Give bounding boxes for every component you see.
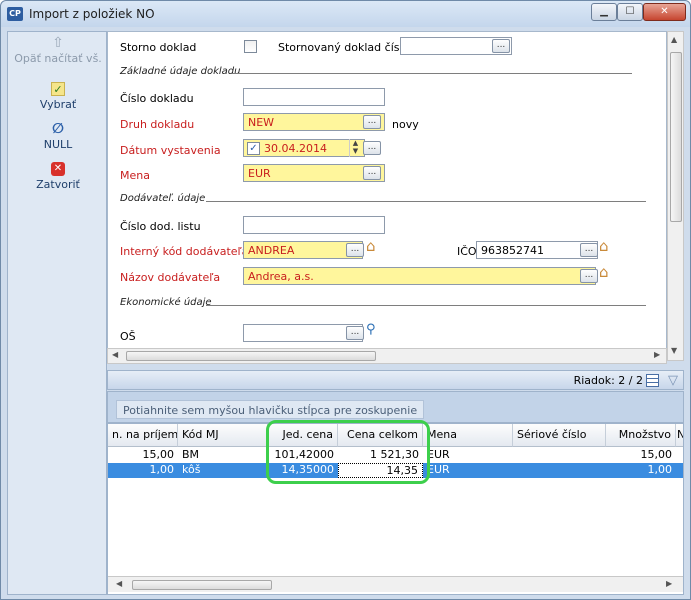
home-icon[interactable]: ⌂ [366, 237, 376, 255]
app-icon: CP [7, 7, 23, 21]
supplier-name-field[interactable]: Andrea, a.s. [243, 267, 596, 285]
home-icon[interactable]: ⌂ [599, 237, 609, 255]
column-header[interactable]: Kód MJ [178, 424, 268, 447]
doc-type-description: novy [392, 118, 419, 131]
grid-horizontal-scrollbar[interactable]: ◀ ▶ [108, 576, 683, 592]
issue-date-lookup-button[interactable]: ... [363, 141, 381, 155]
delivery-note-field[interactable] [243, 216, 385, 234]
issue-date-label: Dátum vystavenia [120, 144, 221, 157]
import-window: CP Import z položiek NO ▁ ☐ ✕ ⇧ Opäť nač… [0, 0, 691, 600]
home-icon[interactable]: ⌂ [599, 263, 609, 281]
section-divider [206, 201, 646, 202]
delivery-note-label: Číslo dod. listu [120, 220, 201, 233]
highlight-annotation [266, 420, 430, 484]
document-form: Storno doklad Stornovaný doklad číslo ..… [107, 31, 667, 361]
minimize-button[interactable]: ▁ [591, 3, 617, 21]
storno-ref-label: Stornovaný doklad číslo [278, 41, 410, 54]
supplier-code-field[interactable]: ANDREA [243, 241, 363, 259]
section-divider [232, 73, 632, 74]
close-label: Zatvoriť [36, 178, 80, 191]
form-horizontal-scrollbar[interactable]: ◀ ▶ [107, 348, 667, 364]
doc-number-field[interactable] [243, 88, 385, 106]
reload-icon: ⇧ [52, 35, 64, 51]
supplier-code-lookup-button[interactable]: ... [346, 243, 364, 257]
cell-serial[interactable] [513, 463, 606, 478]
reload-all-button[interactable]: ⇧ Opäť načítať vš. [8, 36, 108, 65]
cell-currency[interactable]: EUR [423, 448, 513, 463]
title-bar: CP Import z položiek NO ▁ ☐ ✕ [1, 1, 690, 27]
form-vertical-scrollbar[interactable]: ▲ ▼ [667, 31, 684, 361]
scroll-left-icon[interactable]: ◀ [112, 350, 118, 359]
scroll-left-icon[interactable]: ◀ [116, 579, 122, 588]
column-header[interactable]: Sériové číslo [513, 424, 606, 447]
column-header[interactable]: n. na príjemku [108, 424, 178, 447]
doc-number-label: Číslo dokladu [120, 92, 194, 105]
storno-ref-lookup-button[interactable]: ... [492, 39, 510, 53]
row-indicator: Riadok: 2 / 2 [573, 374, 643, 387]
cell-unit[interactable]: BM [178, 448, 268, 463]
cost-center-field[interactable] [243, 324, 363, 342]
storno-checkbox[interactable] [244, 40, 257, 53]
cell-qty-in[interactable]: 1,00 [108, 463, 178, 478]
select-label: Vybrať [39, 98, 77, 111]
close-button[interactable]: ✕ Zatvoriť [8, 162, 108, 191]
null-label: NULL [43, 138, 73, 151]
cell-quantity[interactable]: 15,00 [606, 448, 676, 463]
supplier-name-lookup-button[interactable]: ... [580, 269, 598, 283]
ico-label: IČO [457, 245, 477, 258]
column-header[interactable]: Mena [423, 424, 513, 447]
cell-currency[interactable]: EUR [423, 463, 513, 478]
scroll-right-icon[interactable]: ▶ [654, 350, 660, 359]
action-sidebar: ⇧ Opäť načítať vš. ✓ Vybrať ∅ NULL ✕ Zat… [7, 31, 107, 595]
ico-lookup-button[interactable]: ... [580, 243, 598, 257]
scroll-down-icon[interactable]: ▼ [671, 346, 677, 355]
cell-unit[interactable]: kôš [178, 463, 268, 478]
supplier-name-label: Názov dodávateľa [120, 271, 221, 284]
scroll-thumb[interactable] [126, 351, 376, 361]
grid-status-bar: Riadok: 2 / 2 ▽ [107, 370, 684, 390]
cell-serial[interactable] [513, 448, 606, 463]
doc-type-lookup-button[interactable]: ... [363, 115, 381, 129]
issue-date-field[interactable]: 30.04.2014 [243, 139, 365, 157]
group-panel[interactable]: Potiahnite sem myšou hlavičku stĺpca pre… [107, 391, 684, 423]
maximize-button[interactable]: ☐ [617, 3, 643, 21]
cost-center-lookup-button[interactable]: ... [346, 326, 364, 340]
scroll-thumb[interactable] [670, 52, 682, 222]
storno-label: Storno doklad [120, 41, 197, 54]
issue-date-checkbox[interactable]: ✓ [247, 142, 260, 155]
doc-type-label: Druh dokladu [120, 118, 195, 131]
scroll-right-icon[interactable]: ▶ [666, 579, 672, 588]
section-econ-title: Ekonomické údaje [120, 297, 212, 308]
cell-quantity[interactable]: 1,00 [606, 463, 676, 478]
currency-lookup-button[interactable]: ... [363, 166, 381, 180]
check-icon: ✓ [51, 82, 65, 96]
issue-date-spinner[interactable]: ▲ ▼ [349, 139, 361, 157]
scroll-thumb[interactable] [132, 580, 272, 590]
column-header[interactable]: N [676, 424, 683, 447]
grid-view-icon[interactable] [646, 374, 659, 387]
column-header[interactable]: Množstvo [606, 424, 676, 447]
close-window-button[interactable]: ✕ [643, 3, 686, 21]
close-icon: ✕ [51, 162, 65, 176]
cost-center-label: OŠ [120, 330, 136, 343]
section-divider [206, 305, 646, 306]
group-hint: Potiahnite sem myšou hlavičku stĺpca pre… [116, 400, 425, 419]
window-title: Import z položiek NO [29, 7, 155, 21]
tree-icon[interactable]: ⚲ [366, 322, 376, 337]
null-button[interactable]: ∅ NULL [8, 122, 108, 151]
supplier-code-label: Interný kód dodávateľa [120, 245, 249, 258]
select-button[interactable]: ✓ Vybrať [8, 82, 108, 111]
currency-label: Mena [120, 169, 150, 182]
null-icon: ∅ [52, 121, 64, 137]
section-supplier-title: Dodávateľ. údaje [120, 193, 206, 204]
section-basic-title: Základné údaje dokladu [120, 66, 241, 77]
reload-all-label: Opäť načítať vš. [14, 52, 102, 65]
cell-qty-in[interactable]: 15,00 [108, 448, 178, 463]
filter-icon[interactable]: ▽ [668, 373, 678, 388]
scroll-up-icon[interactable]: ▲ [671, 35, 677, 44]
